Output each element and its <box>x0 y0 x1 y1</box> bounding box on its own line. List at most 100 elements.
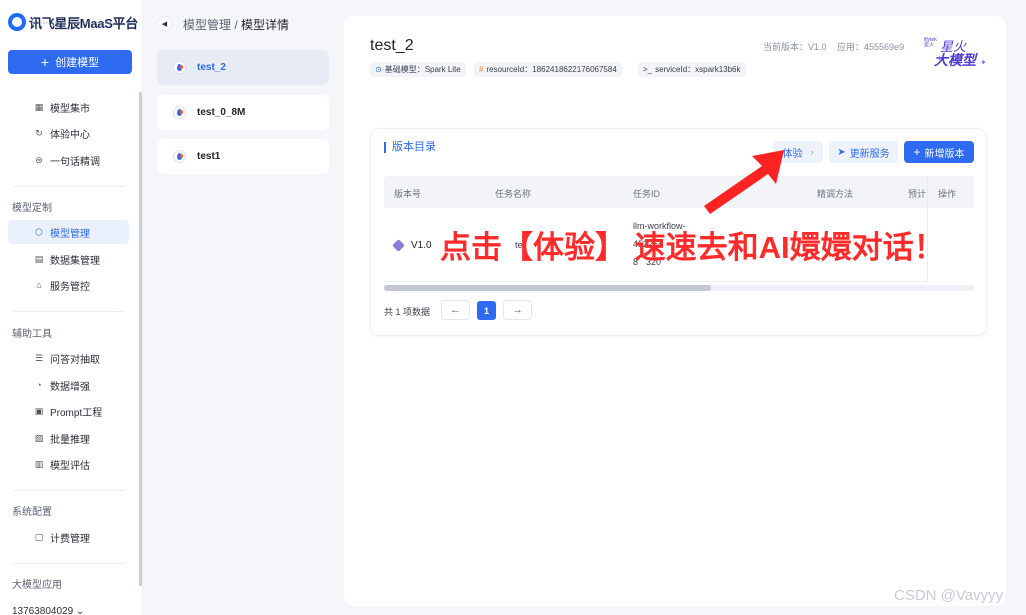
sidebar-item-batch-inference[interactable]: ▨ 批量推理 <box>8 426 129 450</box>
logo-subtitle: IFLYTEK STARRY MAAS PLATFORM <box>30 20 112 25</box>
column-header: 版本号 <box>394 189 422 199</box>
sidebar-item-label: 模型评估 <box>50 460 90 472</box>
model-list-item-test1[interactable]: test1 <box>157 139 329 174</box>
sidebar-item-one-sentence-tune[interactable]: ⊜ 一句话精调 <box>8 148 129 172</box>
column-header: 任务ID <box>633 189 661 199</box>
tag-text: serviceId：xspark13b6k <box>655 65 741 74</box>
arrow-right-icon: → <box>512 304 523 316</box>
breadcrumb: 模型管理 / 模型详情 <box>183 16 289 33</box>
column-header: 精调方法 <box>817 189 854 199</box>
sidebar-item-label: 模型集市 <box>50 103 90 115</box>
scrollbar-thumb[interactable] <box>384 285 711 291</box>
annotation-text: 点击【体验】 速速去和AI嬛嬛对话！ <box>440 230 945 265</box>
red-arrow-icon <box>704 150 784 214</box>
fixed-action-column: 操作 <box>927 176 974 282</box>
page-number-button[interactable]: 1 <box>477 301 496 320</box>
eval-icon: ▥ <box>34 459 44 469</box>
tag-text: resourceId：1862418622176067584 <box>486 65 617 74</box>
spark-brand-logo: iflytek 星火 星火 大模型 ✦ ✦ <box>924 36 988 70</box>
sidebar-item-service-control[interactable]: ⌂ 服务管控 <box>8 273 129 297</box>
base-model-icon: ⊙ <box>375 65 382 74</box>
sidebar-item-model-management[interactable]: ⬡ 模型管理 <box>8 220 129 244</box>
breadcrumb-separator: / <box>231 18 242 32</box>
sidebar: 讯飞星辰MaaS平台 IFLYTEK STARRY MAAS PLATFORM … <box>0 0 143 615</box>
account-selector[interactable]: 13763804029 ⌄ <box>12 606 84 615</box>
service-icon: ⌂ <box>36 280 42 290</box>
sidebar-item-label: 一句话精调 <box>50 156 100 168</box>
chart-icon: ▨ <box>34 433 44 443</box>
arrow-left-icon: ← <box>450 304 461 316</box>
terminal-icon: >_ <box>643 65 653 74</box>
cube-icon: ⬡ <box>35 227 43 237</box>
breadcrumb-parent[interactable]: 模型管理 <box>183 18 231 32</box>
prompt-icon: ▣ <box>34 406 44 416</box>
tag-text: 基础模型：Spark Lite <box>384 65 461 74</box>
divider <box>12 311 125 312</box>
sliders-icon: ⊜ <box>35 155 43 165</box>
new-version-button[interactable]: + 新增版本 <box>904 141 974 163</box>
app-id: 应用：455569e9 <box>837 42 905 52</box>
sidebar-item-label: 计费管理 <box>50 533 90 545</box>
sidebar-item-prompt-engineering[interactable]: ▣ Prompt工程 <box>8 399 129 423</box>
sidebar-item-model-market[interactable]: ▦ 模型集市 <box>8 95 129 119</box>
version-meta: 当前版本：V1.0 应用：455569e9 <box>763 40 904 53</box>
model-list-item-test-2[interactable]: test_2 <box>157 50 329 85</box>
model-title: test_2 <box>370 37 414 54</box>
divider <box>12 490 125 491</box>
spark-model-icon <box>173 61 186 74</box>
chevron-left-icon: ◀ <box>161 20 168 28</box>
sidebar-item-label: 模型管理 <box>50 228 90 240</box>
sidebar-item-experience-center[interactable]: ↻ 体验中心 <box>8 121 129 145</box>
watermark: CSDN @Vavyyy <box>894 587 1004 604</box>
section-title-apps: 大模型应用 <box>12 580 62 591</box>
update-service-button[interactable]: ➤ 更新服务 <box>829 141 898 163</box>
new-version-label: 新增版本 <box>924 148 965 160</box>
create-model-label: 创建模型 <box>55 57 100 69</box>
version-list-title: 版本目录 <box>384 142 436 153</box>
column-header: 任务名称 <box>495 189 532 199</box>
prev-page-button[interactable]: ← <box>441 300 470 320</box>
hash-icon: # <box>479 65 484 74</box>
refresh-icon: ↻ <box>35 128 43 138</box>
version-cell: V1.0 <box>392 238 432 252</box>
spark-model-icon <box>173 150 186 163</box>
divider <box>12 186 125 187</box>
sidebar-scrollbar[interactable] <box>139 92 142 586</box>
sidebar-item-label: 批量推理 <box>50 434 90 446</box>
dataset-icon: ▤ <box>34 254 44 264</box>
sidebar-item-label: 数据增强 <box>50 381 90 393</box>
plus-icon: + <box>913 145 921 159</box>
divider <box>12 563 125 564</box>
create-model-button[interactable]: + 创建模型 <box>8 50 132 74</box>
version-icon <box>392 238 405 252</box>
sidebar-item-data-enhance[interactable]: ◔ 数据增强 <box>8 373 129 397</box>
pagination-total: 共 1 项数据 <box>384 307 431 317</box>
model-name: test1 <box>197 151 221 162</box>
next-page-button[interactable]: → <box>503 300 532 320</box>
update-service-label: 更新服务 <box>849 148 890 160</box>
sidebar-item-qa-extraction[interactable]: ☰ 问答对抽取 <box>8 346 129 370</box>
table-horizontal-scrollbar[interactable] <box>384 285 974 291</box>
model-name: test_2 <box>197 62 226 73</box>
grid-icon: ▦ <box>34 102 44 112</box>
sidebar-item-model-eval[interactable]: ▥ 模型评估 <box>8 452 129 476</box>
billing-icon: ▢ <box>34 532 44 542</box>
sidebar-item-label: 数据集管理 <box>50 255 100 267</box>
chevron-right-icon: › <box>810 147 814 157</box>
send-icon: ➤ <box>837 146 846 158</box>
tag-resource-id: # resourceId：1862418622176067584 <box>474 62 622 77</box>
model-list-item-test-0-8m[interactable]: test_0_8M <box>157 95 329 130</box>
section-title-tools: 辅助工具 <box>12 329 52 340</box>
column-header: 操作 <box>938 189 957 199</box>
tag-base-model: ⊙ 基础模型：Spark Lite <box>370 62 466 77</box>
back-button[interactable]: ◀ <box>157 16 172 31</box>
model-name: test_0_8M <box>197 107 246 118</box>
column-header: 预计 <box>908 189 927 199</box>
sparkle-icon: ✦ <box>980 58 987 67</box>
sidebar-item-dataset-management[interactable]: ▤ 数据集管理 <box>8 247 129 271</box>
breadcrumb-current: 模型详情 <box>241 18 290 32</box>
plus-icon: + <box>40 54 50 70</box>
tag-service-id: >_ serviceId：xspark13b6k <box>638 62 746 77</box>
sidebar-item-billing[interactable]: ▢ 计费管理 <box>8 525 129 549</box>
section-title-config: 系统配置 <box>12 507 52 518</box>
